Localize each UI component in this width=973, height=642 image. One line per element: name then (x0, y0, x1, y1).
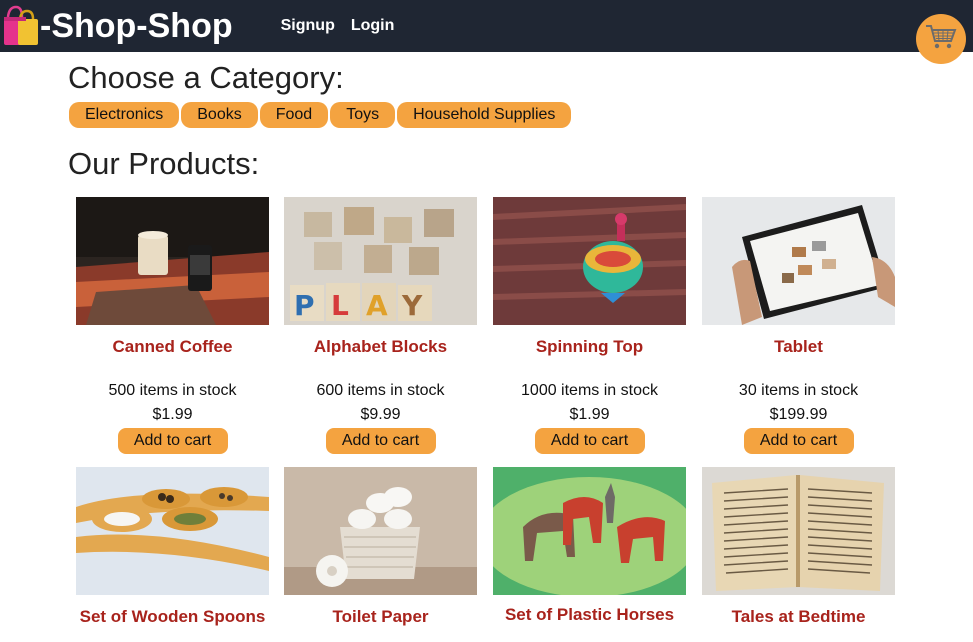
brand-link[interactable]: -Shop-Shop (2, 0, 233, 52)
add-to-cart-button[interactable]: Add to cart (117, 428, 228, 454)
product-name[interactable]: Canned Coffee (76, 337, 269, 357)
shopping-bags-icon (2, 5, 40, 47)
stock-text: 500 items in stock (108, 382, 237, 399)
product-image[interactable] (493, 197, 686, 325)
product-card: P L A Y Alphabet Blocks 600 items in sto… (284, 197, 477, 454)
product-card: Spinning Top 1000 items in stock $1.99 A… (493, 197, 686, 454)
product-image[interactable] (76, 197, 269, 325)
product-image[interactable]: P L A Y (284, 197, 477, 325)
price-text: $1.99 (569, 406, 610, 423)
product-name[interactable]: Alphabet Blocks (284, 337, 477, 357)
category-toys[interactable]: Toys (330, 102, 396, 128)
category-electronics[interactable]: Electronics (69, 102, 180, 128)
product-name[interactable]: Tablet (702, 337, 895, 357)
stock-text: 600 items in stock (316, 382, 445, 399)
signup-link[interactable]: Signup (281, 17, 335, 35)
product-card: Set of Wooden Spoons (76, 467, 269, 627)
product-image[interactable] (702, 197, 895, 325)
product-card: Toilet Paper (284, 467, 477, 627)
category-heading: Choose a Category: (68, 60, 344, 95)
add-to-cart-button[interactable]: Add to cart (325, 428, 436, 454)
svg-text:P: P (294, 289, 315, 322)
products-heading: Our Products: (68, 146, 260, 181)
stock-text: 30 items in stock (738, 382, 859, 399)
product-name[interactable]: Spinning Top (493, 337, 686, 357)
svg-text:Y: Y (401, 289, 423, 322)
add-to-cart-button[interactable]: Add to cart (534, 428, 645, 454)
product-name[interactable]: Tales at Bedtime (702, 607, 895, 627)
stock-text: 1000 items in stock (521, 382, 658, 399)
price-text: $1.99 (152, 406, 193, 423)
login-link[interactable]: Login (351, 17, 395, 35)
cart-button[interactable] (916, 14, 966, 64)
product-card: Canned Coffee 500 items in stock $1.99 A… (76, 197, 269, 454)
svg-text:L: L (331, 289, 349, 322)
product-card: Tales at Bedtime (702, 467, 895, 627)
product-image[interactable] (284, 467, 477, 595)
product-name[interactable]: Set of Wooden Spoons (76, 607, 269, 627)
price-text: $199.99 (769, 406, 828, 423)
product-name[interactable]: Toilet Paper (284, 607, 477, 627)
add-to-cart-button[interactable]: Add to cart (743, 428, 854, 454)
brand-name: -Shop-Shop (40, 7, 233, 45)
price-text: $9.99 (360, 406, 401, 423)
product-image[interactable] (702, 467, 895, 595)
product-card: Set of Plastic Horses (493, 467, 686, 625)
top-navbar: -Shop-Shop Signup Login (0, 0, 973, 52)
svg-text:A: A (366, 289, 388, 322)
category-books[interactable]: Books (181, 102, 258, 128)
product-name[interactable]: Set of Plastic Horses (493, 605, 686, 625)
product-image[interactable] (76, 467, 269, 595)
category-food[interactable]: Food (259, 102, 329, 128)
shopping-cart-icon (924, 22, 958, 57)
category-household-supplies[interactable]: Household Supplies (397, 102, 572, 128)
product-image[interactable] (493, 467, 686, 595)
category-list: Electronics Books Food Toys Household Su… (69, 102, 572, 128)
product-card: Tablet 30 items in stock $199.99 Add to … (702, 197, 895, 454)
